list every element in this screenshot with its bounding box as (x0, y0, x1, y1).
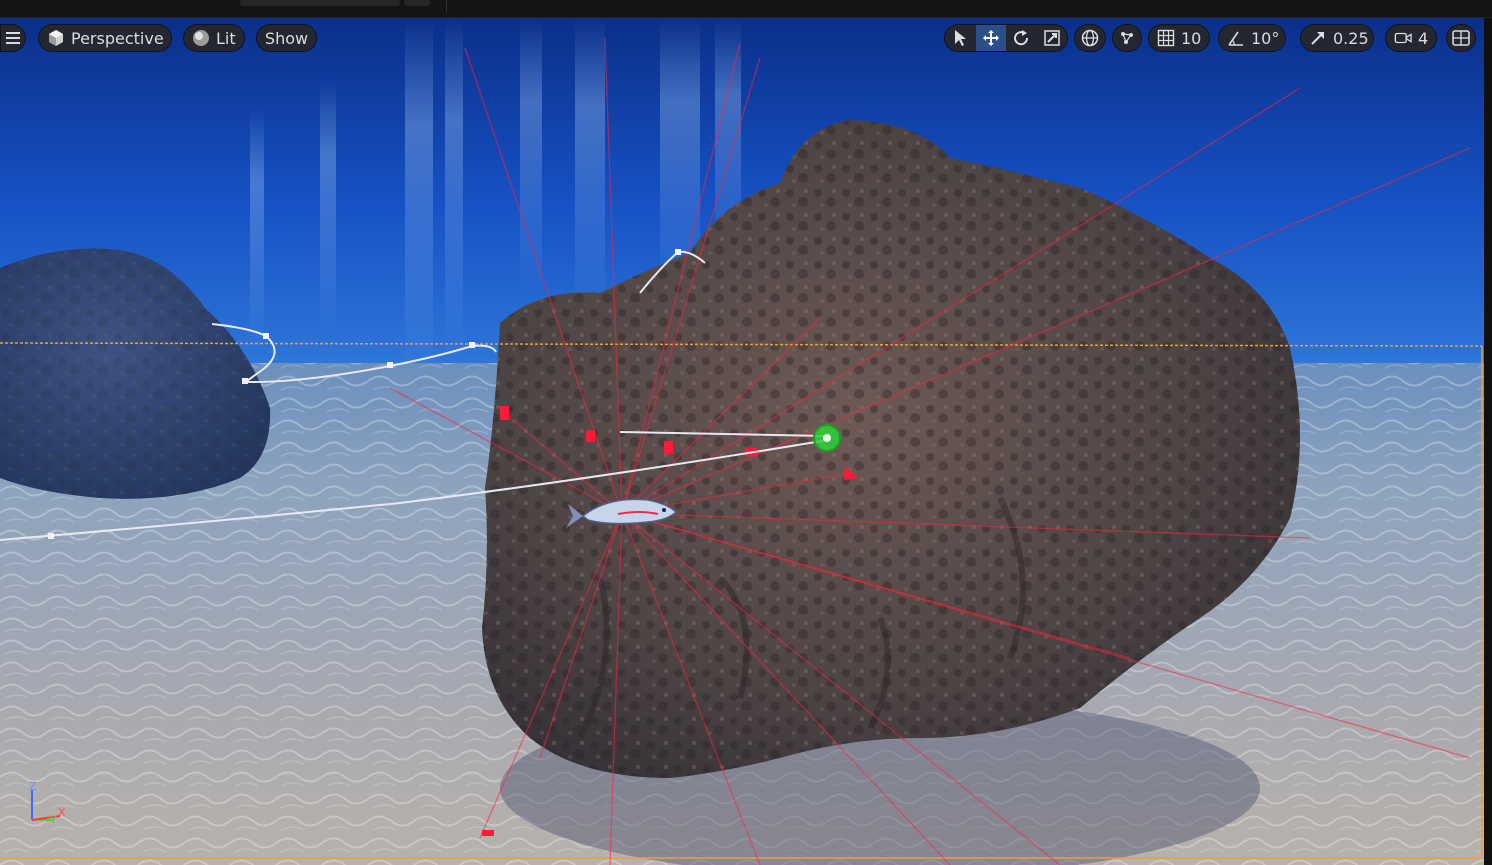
viewport-layout-icon (1452, 30, 1470, 46)
strip-divider (446, 0, 447, 12)
grid-icon (1157, 29, 1175, 47)
view-mode-label: Perspective (71, 28, 164, 48)
cube-icon (47, 29, 65, 47)
move-arrows-icon (982, 29, 1000, 47)
axis-x-label: X (58, 806, 66, 819)
scale-mode-button[interactable] (1037, 25, 1068, 51)
sphere-icon (192, 29, 210, 47)
cursor-icon (953, 29, 967, 47)
grid-snap-button[interactable]: 10 (1148, 24, 1210, 52)
camera-icon (1394, 29, 1412, 47)
viewport-layout-button[interactable] (1446, 24, 1476, 52)
scale-snap-value: 0.25 (1333, 28, 1369, 48)
scale-icon (1043, 29, 1061, 47)
camera-speed-button[interactable]: 4 (1385, 24, 1437, 52)
angle-icon (1227, 29, 1245, 47)
surface-snap-toggle[interactable] (1112, 24, 1142, 52)
translate-mode-button[interactable] (975, 25, 1006, 51)
tab-hint[interactable] (240, 0, 400, 6)
tab-hint-small[interactable] (404, 0, 430, 6)
viewport-scroll-edge (1484, 18, 1492, 865)
axis-gizmo: Z Y X (24, 780, 74, 830)
scale-snap-button[interactable]: 0.25 (1300, 24, 1374, 52)
editor-tab-strip (0, 0, 1492, 18)
rotate-icon (1012, 29, 1030, 47)
globe-icon (1081, 29, 1099, 47)
select-mode-button[interactable] (945, 25, 976, 51)
scale-arrow-icon (1309, 29, 1327, 47)
hamburger-icon (4, 29, 22, 47)
grid-snap-value: 10 (1181, 28, 1202, 48)
surface-snap-icon (1118, 29, 1136, 47)
axis-z-label: Z (29, 780, 37, 793)
show-flags-button[interactable]: Show (256, 24, 317, 52)
show-label: Show (264, 28, 309, 48)
world-local-toggle[interactable] (1074, 24, 1106, 52)
rotate-mode-button[interactable] (1006, 25, 1037, 51)
axis-y-label: Y (50, 813, 57, 826)
scene-render[interactable] (0, 18, 1492, 865)
level-viewport[interactable]: Perspective Lit Show 10 10° 0.25 4 Z Y X (0, 18, 1492, 865)
camera-speed-value: 4 (1418, 28, 1429, 48)
lighting-mode-label: Lit (216, 28, 236, 48)
rotation-snap-value: 10° (1251, 28, 1280, 48)
rotation-snap-button[interactable]: 10° (1218, 24, 1286, 52)
transform-mode-group (944, 24, 1068, 52)
view-mode-button[interactable]: Perspective (38, 24, 172, 52)
lighting-mode-button[interactable]: Lit (183, 24, 245, 52)
